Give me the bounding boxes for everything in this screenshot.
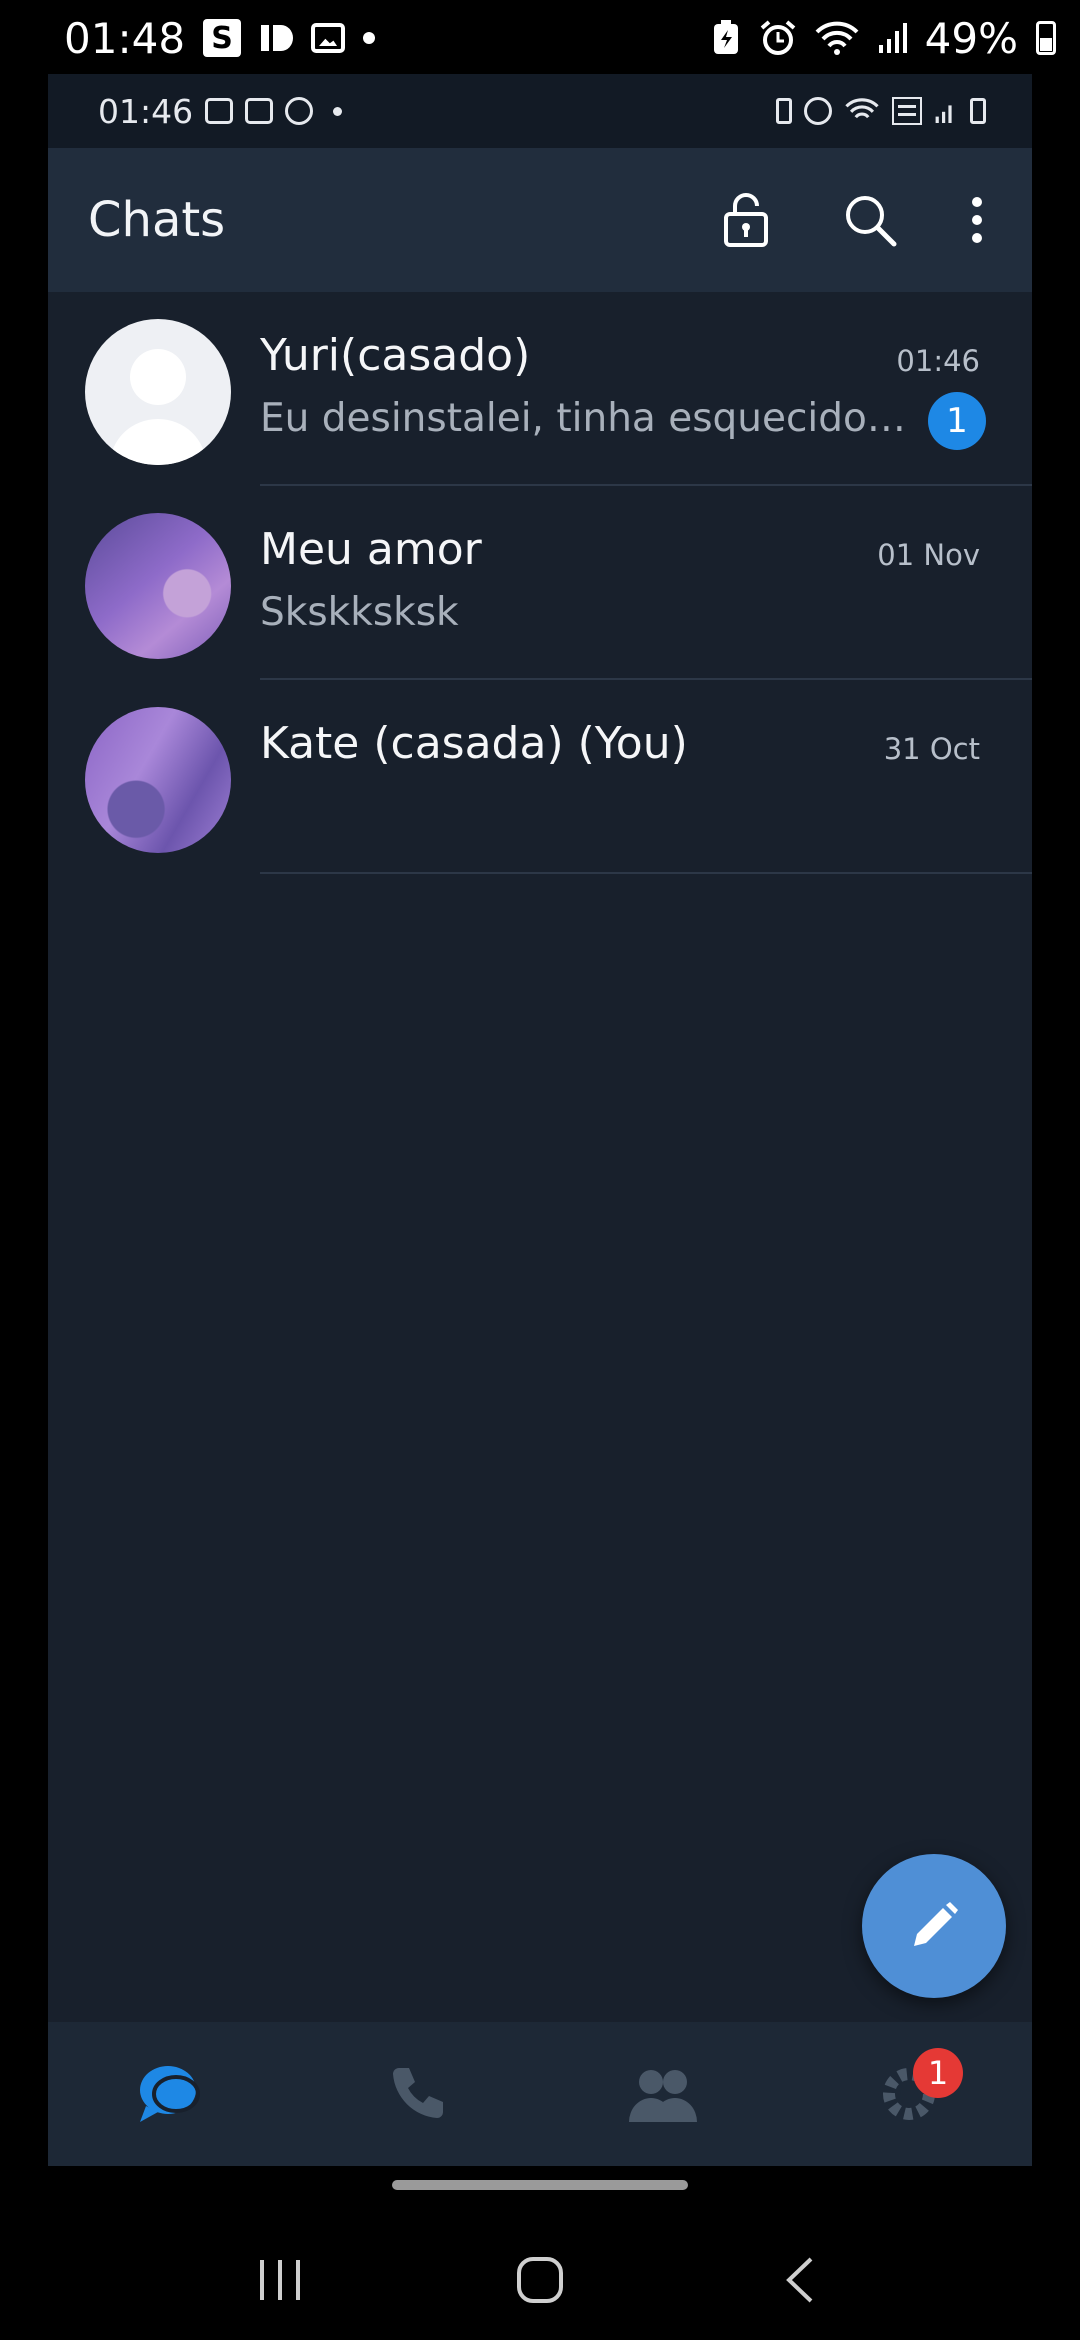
bottom-navigation: 1 bbox=[48, 2022, 1032, 2166]
notification-dot bbox=[333, 106, 343, 116]
chat-time: 01:46 bbox=[896, 344, 980, 378]
chat-preview: Eu desinstalei, tinha esquecido… bbox=[260, 396, 906, 441]
nav-chats[interactable] bbox=[111, 2044, 231, 2144]
pencil-icon bbox=[914, 1902, 958, 1946]
chat-name: Meu amor bbox=[260, 524, 482, 575]
chat-time: 31 Oct bbox=[883, 732, 980, 766]
chat-preview: Skskksksk bbox=[260, 590, 459, 635]
unread-badge: 1 bbox=[928, 392, 986, 450]
notification-dot bbox=[363, 32, 376, 44]
device-status-bar: 01:48 S 49% bbox=[0, 0, 1080, 76]
battery-icon bbox=[970, 98, 986, 124]
recent-apps-icon bbox=[260, 2260, 300, 2300]
nav-calls[interactable] bbox=[357, 2044, 477, 2144]
chat-list: Yuri(casado) 01:46 Eu desinstalei, tinha… bbox=[48, 292, 1032, 874]
gesture-pill bbox=[392, 2180, 688, 2190]
avatar bbox=[85, 319, 231, 465]
s-app-icon: S bbox=[203, 19, 242, 57]
signal-icon bbox=[935, 105, 952, 123]
home-button[interactable] bbox=[495, 2235, 585, 2325]
back-icon bbox=[786, 2257, 813, 2303]
nav-settings[interactable]: 1 bbox=[849, 2044, 969, 2144]
volte-icon bbox=[892, 97, 922, 125]
id-app-icon bbox=[261, 25, 294, 51]
recent-apps-button[interactable] bbox=[235, 2235, 325, 2325]
lock-button[interactable] bbox=[714, 188, 778, 252]
more-options-button[interactable] bbox=[962, 188, 992, 252]
settings-badge: 1 bbox=[913, 2048, 963, 2098]
chat-item-kate[interactable]: Kate (casada) (You) 31 Oct bbox=[48, 680, 1032, 874]
home-icon bbox=[517, 2257, 563, 2303]
battery-saver-icon bbox=[776, 98, 792, 124]
signal-icon bbox=[878, 23, 907, 53]
system-navigation-bar bbox=[0, 2220, 1080, 2340]
avatar bbox=[85, 513, 231, 659]
contacts-icon bbox=[629, 2070, 697, 2122]
phone-icon bbox=[393, 2068, 443, 2118]
alarm-icon bbox=[804, 97, 832, 125]
more-options-icon bbox=[972, 197, 982, 243]
avatar bbox=[85, 707, 231, 853]
battery-percentage: 49% bbox=[924, 13, 1018, 63]
wifi-icon bbox=[845, 98, 879, 119]
search-icon bbox=[846, 196, 897, 247]
chats-icon bbox=[140, 2066, 200, 2122]
app-header: Chats bbox=[48, 148, 1032, 292]
compose-button[interactable] bbox=[862, 1854, 1006, 1998]
status-time: 01:48 bbox=[64, 13, 186, 63]
instagram-icon bbox=[245, 98, 274, 124]
inner-status-bar: 01:46 bbox=[48, 74, 1032, 148]
search-button[interactable] bbox=[838, 188, 902, 252]
gallery-icon bbox=[205, 98, 234, 124]
chat-time: 01 Nov bbox=[877, 538, 980, 572]
nav-contacts[interactable] bbox=[603, 2044, 723, 2144]
inner-status-time: 01:46 bbox=[98, 91, 194, 131]
chat-name: Yuri(casado) bbox=[260, 330, 531, 381]
lock-icon bbox=[724, 193, 768, 247]
chat-item-yuri[interactable]: Yuri(casado) 01:46 Eu desinstalei, tinha… bbox=[48, 292, 1032, 486]
accessibility-icon bbox=[285, 97, 314, 125]
chat-item-meu-amor[interactable]: Meu amor 01 Nov Skskksksk bbox=[48, 486, 1032, 680]
alarm-icon bbox=[760, 20, 795, 55]
page-title: Chats bbox=[88, 192, 226, 248]
wifi-icon bbox=[815, 21, 859, 55]
default-avatar-icon bbox=[110, 349, 206, 465]
back-button[interactable] bbox=[755, 2235, 845, 2325]
app-window: 01:46 Chats Yuri(casado) 01:46 Eu desins… bbox=[48, 74, 1032, 2166]
battery-icon bbox=[1036, 21, 1056, 55]
gallery-icon bbox=[311, 23, 346, 53]
chat-name: Kate (casada) (You) bbox=[260, 718, 688, 769]
battery-saver-icon bbox=[713, 20, 738, 54]
